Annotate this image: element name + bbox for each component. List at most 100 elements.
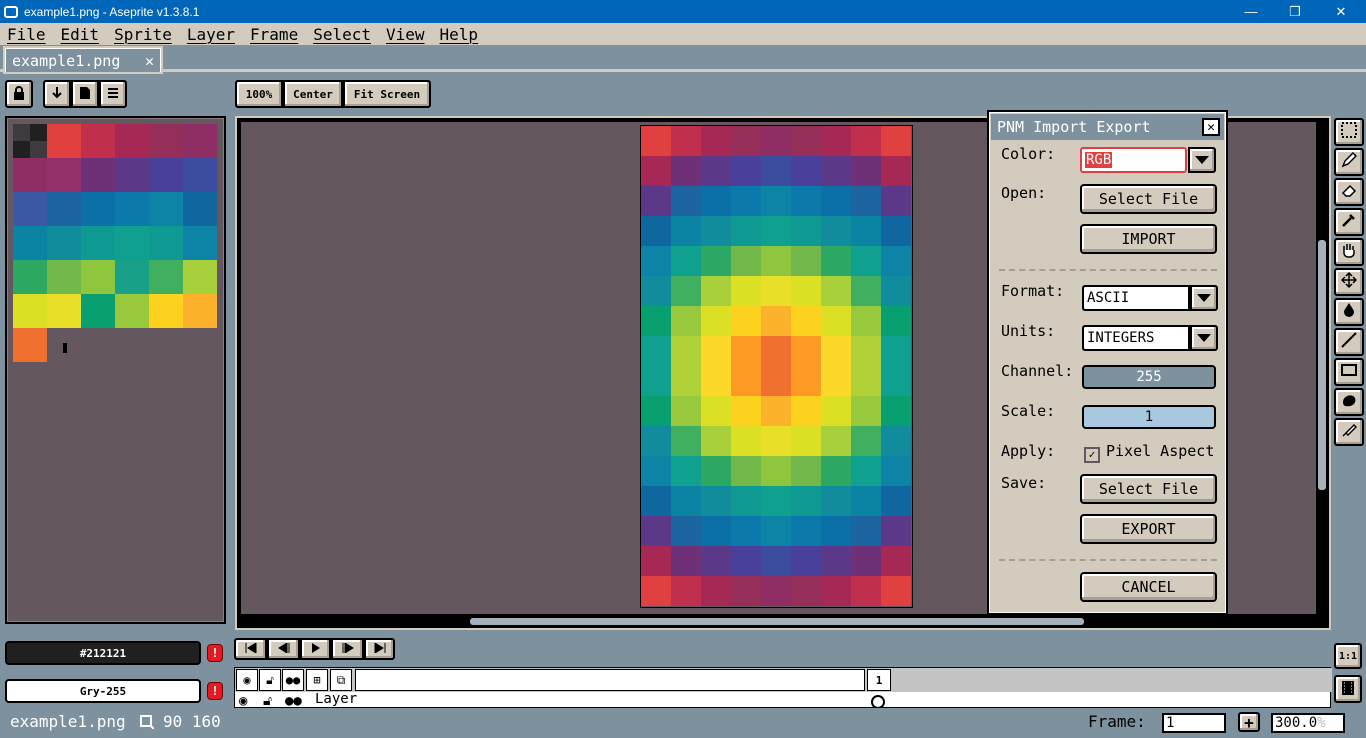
export-button[interactable]: EXPORT	[1080, 514, 1217, 544]
line-tool[interactable]	[1334, 328, 1364, 356]
hand-tool[interactable]	[1334, 238, 1364, 266]
palette-swatch[interactable]	[183, 260, 217, 294]
palette-swatch[interactable]	[47, 260, 81, 294]
vertical-scrollbar[interactable]	[1318, 240, 1326, 490]
move-tool[interactable]	[1334, 268, 1364, 296]
tab-close-icon[interactable]: ✕	[145, 52, 154, 70]
layer-row[interactable]: ◉ 🔓︎ ●● Layer	[235, 693, 895, 708]
paint-bucket-tool[interactable]	[1334, 298, 1364, 326]
last-frame-button[interactable]	[364, 638, 395, 660]
fg-warning-icon[interactable]: !	[207, 644, 223, 662]
menu-sprite[interactable]: Sprite	[107, 25, 172, 44]
lock-icon[interactable]: 🔓︎	[259, 669, 281, 691]
palette-swatch[interactable]	[183, 192, 217, 226]
format-select[interactable]: ASCII	[1082, 285, 1190, 311]
one-to-one-button[interactable]: 1:1	[1334, 643, 1362, 669]
layer-continuous-icon[interactable]: ●●	[285, 693, 302, 708]
continuous-icon[interactable]: ●●	[282, 669, 304, 691]
palette-swatch[interactable]	[183, 158, 217, 192]
palette-swatch[interactable]	[149, 192, 183, 226]
palette-swatch[interactable]	[13, 192, 47, 226]
palette-swatch[interactable]	[81, 260, 115, 294]
bg-warning-icon[interactable]: !	[207, 682, 223, 700]
open-select-file-button[interactable]: Select File	[1080, 184, 1217, 214]
palette-swatch[interactable]	[13, 158, 47, 192]
layer-name[interactable]: Layer	[315, 693, 357, 707]
color-mode-dropdown-button[interactable]	[1188, 147, 1216, 173]
visibility-eye-icon[interactable]: ◉	[236, 669, 258, 691]
palette-swatch[interactable]	[115, 158, 149, 192]
timeline[interactable]: ◉ 🔓︎ ●● ⊞ ⧉ 1 ◉ 🔓︎ ●● Layer	[234, 667, 1332, 708]
format-dropdown-button[interactable]	[1190, 285, 1218, 311]
palette-options-button[interactable]	[99, 80, 127, 108]
menu-edit[interactable]: Edit	[54, 25, 100, 44]
units-select[interactable]: INTEGERS	[1082, 325, 1190, 351]
palette-swatch[interactable]	[183, 294, 217, 328]
horizontal-scrollbar[interactable]	[470, 618, 1084, 625]
palette-swatch[interactable]	[13, 328, 47, 362]
palette-swatch[interactable]	[81, 294, 115, 328]
palette-swatch[interactable]	[81, 158, 115, 192]
scale-slider[interactable]: 1	[1082, 405, 1216, 429]
zoom-100-button[interactable]: 100%	[235, 80, 283, 108]
eraser-tool[interactable]	[1334, 178, 1364, 206]
menu-select[interactable]: Select	[306, 25, 371, 44]
play-button[interactable]	[300, 638, 331, 660]
palette-swatch[interactable]	[183, 124, 217, 158]
layer-tree-icon[interactable]: ⊞	[306, 669, 328, 691]
color-mode-select[interactable]: RGB	[1080, 147, 1187, 173]
palette-sort-button[interactable]	[43, 80, 71, 108]
palette-swatch[interactable]	[115, 260, 149, 294]
tab-example1[interactable]: example1.png ✕	[3, 46, 163, 74]
rectangle-tool[interactable]	[1334, 358, 1364, 386]
zoom-input[interactable]: 300.0%	[1271, 713, 1345, 733]
menu-file[interactable]: File	[0, 25, 46, 44]
eyedropper-tool[interactable]	[1334, 208, 1364, 236]
palette-swatch[interactable]	[149, 294, 183, 328]
onion-skin-icon[interactable]: ⧉	[330, 669, 352, 691]
palette-swatch[interactable]	[149, 260, 183, 294]
palette-swatch[interactable]	[13, 124, 30, 141]
foreground-color-field[interactable]: #212121	[5, 641, 201, 665]
palette-swatch[interactable]	[47, 192, 81, 226]
cel-icon[interactable]	[871, 695, 885, 708]
close-window-button[interactable]: ✕	[1318, 0, 1364, 23]
palette-swatch[interactable]	[47, 158, 81, 192]
palette-swatch[interactable]	[13, 226, 47, 260]
pencil-tool[interactable]	[1334, 148, 1364, 176]
palette-swatch[interactable]	[13, 294, 47, 328]
palette-swatch[interactable]	[13, 260, 47, 294]
fit-screen-button[interactable]: Fit Screen	[343, 80, 431, 108]
palette-swatch[interactable]	[115, 192, 149, 226]
frame-input[interactable]: 1	[1162, 713, 1226, 733]
palette-swatch[interactable]	[149, 226, 183, 260]
dialog-close-button[interactable]: ✕	[1202, 118, 1220, 136]
channel-slider[interactable]: 255	[1082, 365, 1216, 389]
palette-swatch[interactable]	[115, 294, 149, 328]
center-button[interactable]: Center	[283, 80, 343, 108]
palette-swatch[interactable]	[183, 226, 217, 260]
cancel-button[interactable]: CANCEL	[1080, 572, 1217, 602]
palette-swatch[interactable]	[81, 192, 115, 226]
palette-swatch[interactable]	[30, 141, 47, 158]
add-frame-button[interactable]: +	[1238, 712, 1260, 732]
layer-lock-icon[interactable]: 🔓︎	[263, 693, 272, 708]
contour-tool[interactable]	[1334, 388, 1364, 416]
import-button[interactable]: IMPORT	[1080, 224, 1217, 254]
palette-swatch[interactable]	[13, 141, 30, 158]
palette-swatch[interactable]	[149, 158, 183, 192]
menu-view[interactable]: View	[379, 25, 425, 44]
layer-visibility-icon[interactable]: ◉	[239, 693, 247, 708]
menu-frame[interactable]: Frame	[243, 25, 298, 44]
units-dropdown-button[interactable]	[1190, 325, 1218, 351]
first-frame-button[interactable]	[234, 638, 267, 660]
next-frame-button[interactable]	[331, 638, 364, 660]
frame-1-header[interactable]: 1	[867, 669, 891, 691]
blur-tool[interactable]	[1334, 418, 1364, 446]
palette-swatch[interactable]	[30, 124, 47, 141]
palette-swatch[interactable]	[115, 226, 149, 260]
rectangular-marquee-tool[interactable]	[1334, 118, 1364, 146]
palette-swatch[interactable]	[47, 124, 81, 158]
sprite-image[interactable]	[640, 125, 913, 608]
previous-frame-button[interactable]	[267, 638, 300, 660]
